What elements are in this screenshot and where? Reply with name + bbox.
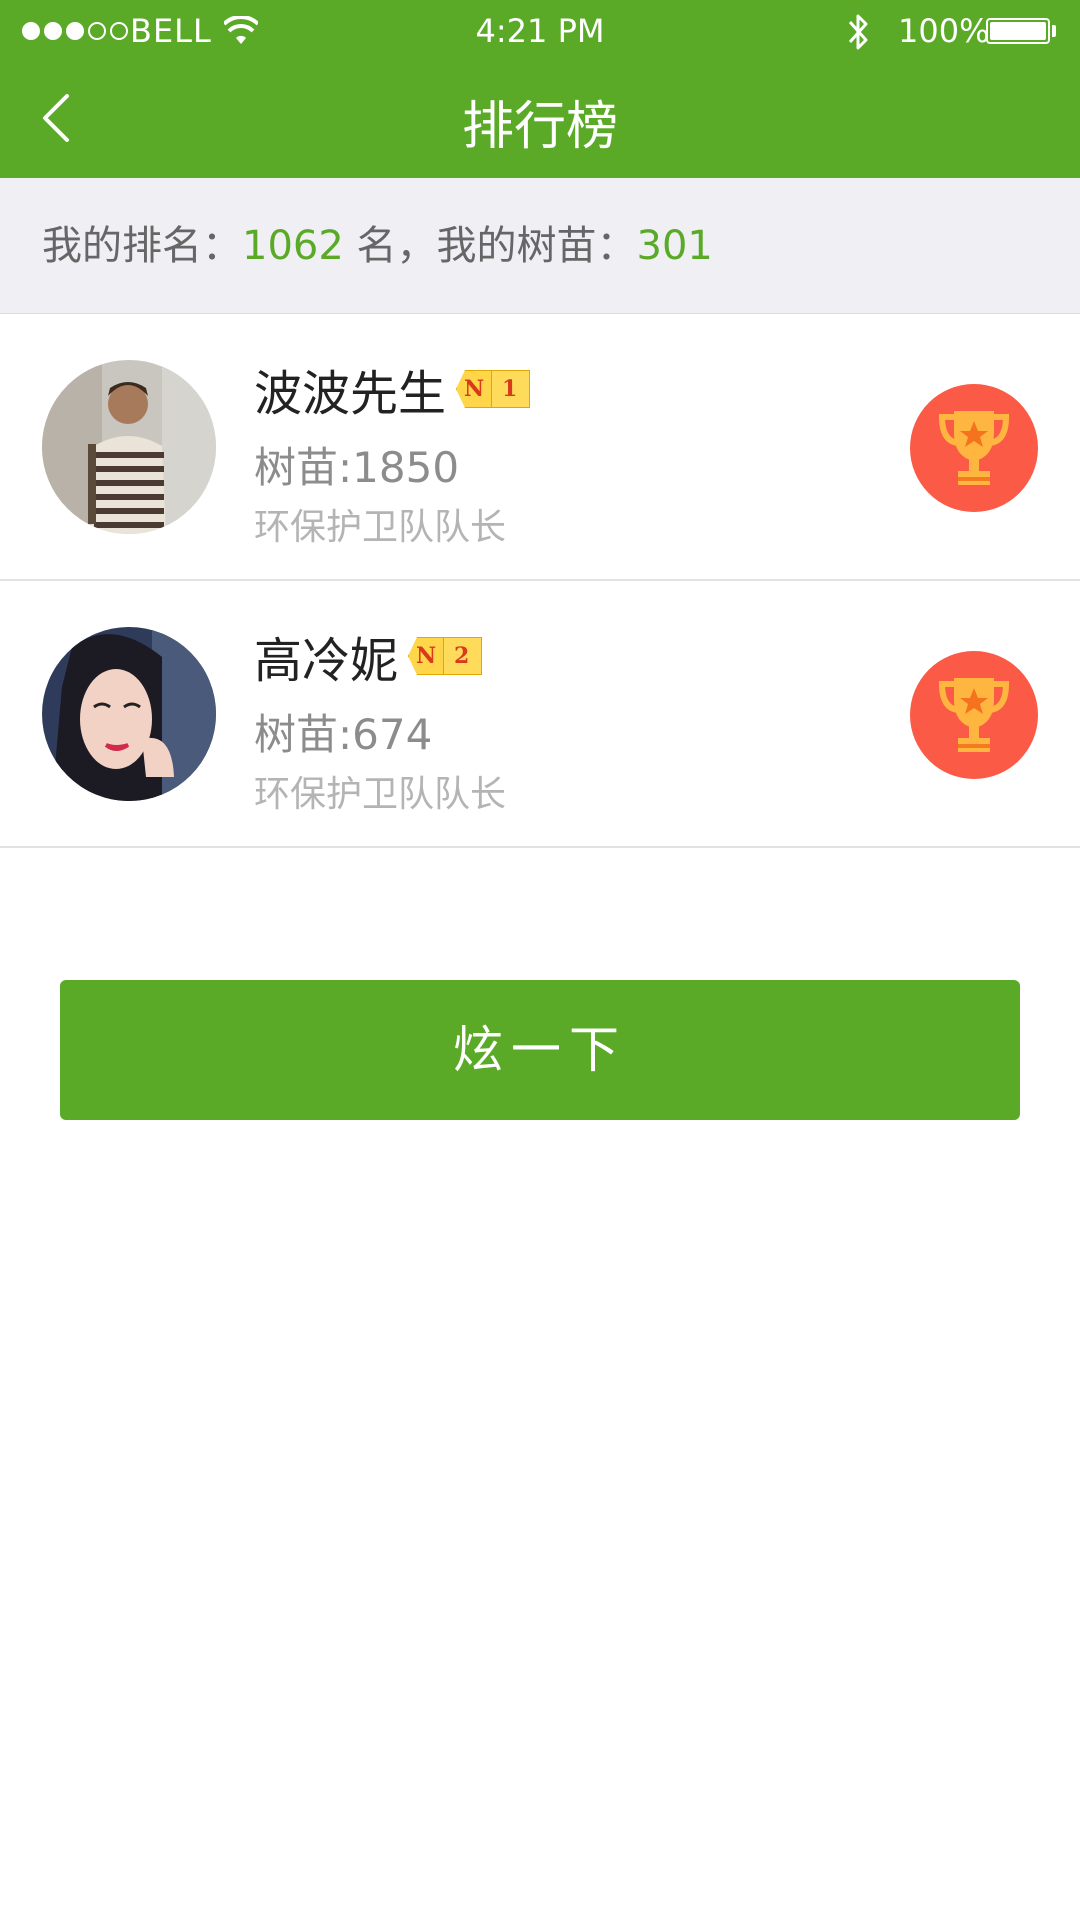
seedling-value: 301 — [636, 223, 713, 269]
leaderboard-row[interactable]: 波波先生 N 1 树苗:1850 环保护卫队队长 — [0, 314, 1080, 581]
user-title: 环保护卫队队长 — [254, 507, 507, 548]
avatar[interactable] — [42, 360, 216, 534]
page-title: 排行榜 — [461, 97, 618, 157]
user-name-text: 波波先生 — [254, 366, 447, 422]
bluetooth-icon — [848, 14, 868, 50]
leaderboard-screen: BELL 4:21 PM 100% 排行榜 我的排名：1062 名，我的树苗：3… — [0, 0, 1080, 1920]
user-title: 环保护卫队队长 — [254, 774, 507, 815]
show-off-button[interactable]: 炫一下 — [60, 980, 1020, 1120]
rank-badge: N 2 — [408, 637, 483, 675]
badge-letter: N — [408, 637, 445, 675]
user-name: 高冷妮 N 2 — [254, 621, 483, 691]
rank-value: 1062 — [242, 223, 344, 269]
battery-percent: 100% — [898, 12, 990, 50]
trophy-button[interactable] — [910, 651, 1038, 779]
trophy-icon — [938, 411, 1010, 485]
user-name-text: 高冷妮 — [254, 633, 399, 689]
trophy-icon — [938, 678, 1010, 752]
my-rank-summary: 我的排名：1062 名，我的树苗：301 — [0, 178, 1080, 314]
badge-rank: 1 — [492, 370, 531, 408]
rank-suffix: 名， — [343, 223, 437, 269]
user-name: 波波先生 N 1 — [254, 354, 531, 424]
status-bar: BELL 4:21 PM 100% — [0, 0, 1080, 62]
rank-badge: N 1 — [456, 370, 531, 408]
seedling-label: 我的树苗： — [436, 223, 637, 269]
seedling-count: 树苗:1850 — [254, 443, 460, 492]
badge-letter: N — [456, 370, 493, 408]
leaderboard-row[interactable]: 高冷妮 N 2 树苗:674 环保护卫队队长 — [0, 581, 1080, 848]
trophy-button[interactable] — [910, 384, 1038, 512]
header: BELL 4:21 PM 100% 排行榜 — [0, 0, 1080, 178]
rank-label: 我的排名： — [42, 223, 242, 269]
avatar[interactable] — [42, 627, 216, 801]
badge-rank: 2 — [444, 637, 483, 675]
battery-icon — [986, 18, 1050, 44]
seedling-count: 树苗:674 — [254, 710, 433, 759]
battery-tip — [1052, 25, 1056, 37]
